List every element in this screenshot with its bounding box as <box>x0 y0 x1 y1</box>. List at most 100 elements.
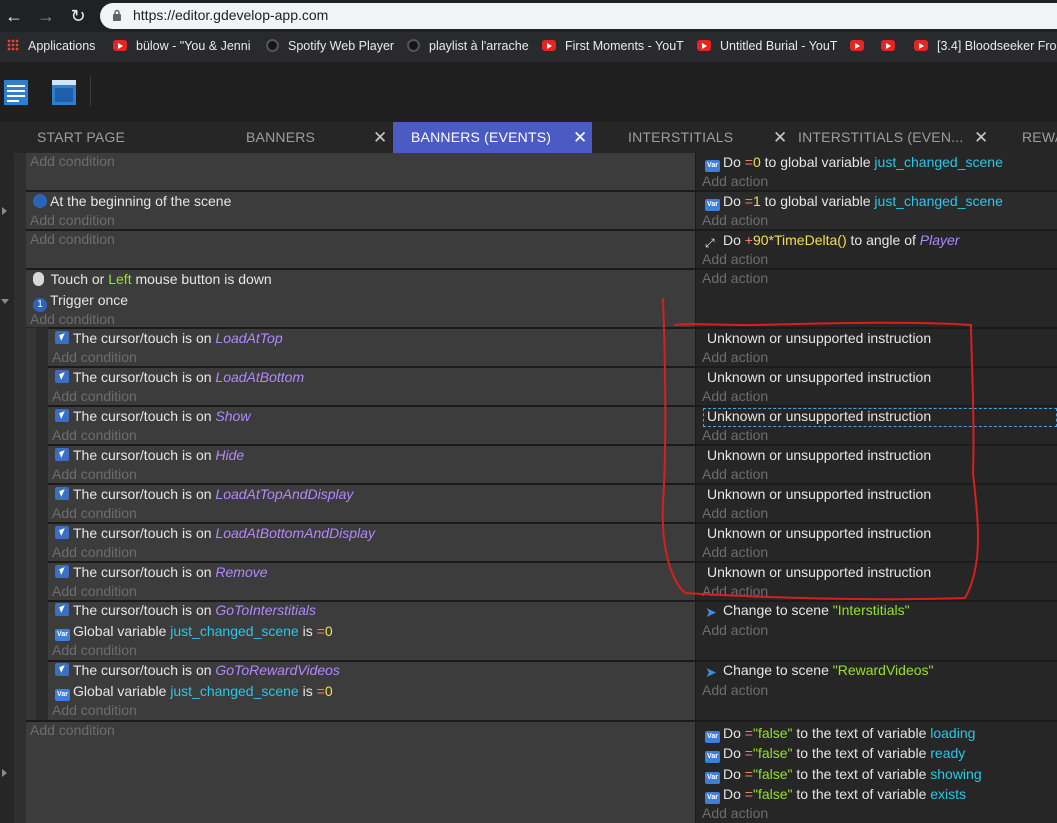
tab-interstitials-events[interactable]: INTERSTITIALS (EVEN... ✕ <box>798 122 998 153</box>
event-row[interactable]: Add condition Var Do =0 to global variabl… <box>26 153 1057 190</box>
add-condition-link[interactable]: Add condition <box>52 702 137 718</box>
condition-instruction[interactable]: The cursor/touch is on Show <box>55 408 250 424</box>
conditions-column: Touch or Left mouse button is down 1 Trig… <box>26 270 696 327</box>
add-action-link[interactable]: Add action <box>702 251 768 267</box>
add-condition-link[interactable]: Add condition <box>30 311 115 327</box>
tab-banners[interactable]: BANNERS ✕ <box>190 122 390 153</box>
bookmark-applications[interactable]: Applications <box>7 39 95 53</box>
actions-column: ⤢ Do +90*TimeDelta() to angle of Player A… <box>696 231 1057 268</box>
add-condition-link[interactable]: Add condition <box>30 212 115 228</box>
add-action-link[interactable]: Add action <box>702 682 768 698</box>
condition-instruction[interactable]: At the beginning of the scene <box>33 193 231 209</box>
condition-instruction[interactable]: Touch or Left mouse button is down <box>33 271 272 287</box>
bookmark-playlist[interactable]: playlist à l'arrache <box>407 39 529 53</box>
collapse-arrow-icon[interactable] <box>1 299 9 304</box>
expand-arrow-icon[interactable] <box>2 207 7 215</box>
add-condition-link[interactable]: Add condition <box>52 427 137 443</box>
conditions-column: The cursor/touch is on Show Add conditio… <box>48 407 696 444</box>
event-row[interactable]: The cursor/touch is on GoToInterstitials… <box>48 602 1057 660</box>
action-instruction[interactable]: Var Do =0 to global variable just_changed… <box>705 154 1003 172</box>
scene-window-icon[interactable] <box>51 79 77 106</box>
condition-instruction[interactable]: The cursor/touch is on GoToRewardVideos <box>55 662 340 678</box>
youtube-icon <box>113 40 127 51</box>
tab-start-page[interactable]: START PAGE <box>37 122 187 153</box>
browser-toolbar: ← → ↻ https://editor.gdevelop-app.com <box>0 0 1057 32</box>
toolbar-divider <box>90 76 91 106</box>
condition-instruction[interactable]: The cursor/touch is on LoadAtTop <box>55 330 283 346</box>
action-instruction[interactable]: Var Do ="false" to the text of variable r… <box>705 745 965 763</box>
bookmark-bloodseeker[interactable]: [3.4] Bloodseeker Fro <box>914 39 1057 53</box>
add-condition-link[interactable]: Add condition <box>52 642 137 658</box>
bookmark-youtube-2[interactable] <box>881 39 904 53</box>
close-icon[interactable]: ✕ <box>773 122 787 153</box>
youtube-icon <box>881 40 895 51</box>
add-condition-link[interactable]: Add condition <box>52 466 137 482</box>
condition-instruction[interactable]: The cursor/touch is on Remove <box>55 564 268 580</box>
add-action-link[interactable]: Add action <box>702 805 768 821</box>
add-action-link[interactable]: Add action <box>702 212 768 228</box>
tab-interstitials[interactable]: INTERSTITIALS ✕ <box>595 122 795 153</box>
action-instruction[interactable]: Var Do ="false" to the text of variable e… <box>705 786 966 804</box>
condition-instruction[interactable]: The cursor/touch is on LoadAtTopAndDispl… <box>55 486 353 502</box>
add-condition-link[interactable]: Add condition <box>30 231 115 247</box>
condition-instruction[interactable]: The cursor/touch is on LoadAtBottom <box>55 369 304 385</box>
youtube-icon <box>914 40 928 51</box>
red-annotation-outline <box>661 298 979 601</box>
bookmark-youtube-1[interactable] <box>850 39 873 53</box>
condition-instruction[interactable]: Var Global variable just_changed_scene is… <box>55 683 333 701</box>
actions-column: Var Do ="false" to the text of variable l… <box>696 722 1057 823</box>
events-sheet: Add condition Var Do =0 to global variabl… <box>0 153 1057 823</box>
action-instruction[interactable]: ⤢ Do +90*TimeDelta() to angle of Player <box>705 232 959 250</box>
close-icon[interactable]: ✕ <box>573 122 587 153</box>
cursor-icon <box>55 370 69 383</box>
tab-banners-events[interactable]: BANNERS (EVENTS) ✕ <box>393 122 592 153</box>
add-condition-link[interactable]: Add condition <box>30 722 115 738</box>
close-icon[interactable]: ✕ <box>974 122 988 153</box>
url-bar[interactable]: https://editor.gdevelop-app.com <box>100 3 1057 29</box>
forward-arrow-icon[interactable]: → <box>35 5 57 27</box>
add-condition-link[interactable]: Add condition <box>52 583 137 599</box>
event-row[interactable]: Add condition ⤢ Do +90*TimeDelta() to ang… <box>26 231 1057 268</box>
action-instruction[interactable]: Var Do ="false" to the text of variable s… <box>705 766 982 784</box>
add-condition-link[interactable]: Add condition <box>52 505 137 521</box>
subevent-indent <box>26 328 36 721</box>
tab-reward[interactable]: REWA <box>1022 122 1057 153</box>
bookmark-spotify-web-player[interactable]: Spotify Web Player <box>266 39 394 53</box>
add-action-link[interactable]: Add action <box>702 270 768 286</box>
condition-instruction[interactable]: Var Global variable just_changed_scene is… <box>55 623 333 641</box>
action-instruction[interactable]: ➤ Change to scene "RewardVideos" <box>705 662 933 680</box>
add-condition-link[interactable]: Add condition <box>52 349 137 365</box>
action-instruction[interactable]: Var Do ="false" to the text of variable l… <box>705 725 975 743</box>
add-action-link[interactable]: Add action <box>702 173 768 189</box>
cursor-icon <box>55 663 69 676</box>
variable-icon: Var <box>705 199 720 211</box>
conditions-column: The cursor/touch is on GoToInterstitials… <box>48 602 696 660</box>
variable-icon: Var <box>705 792 720 804</box>
expand-arrow-icon[interactable] <box>2 769 7 777</box>
back-arrow-icon[interactable]: ← <box>3 5 25 27</box>
bookmark-first-moments[interactable]: First Moments - YouT <box>542 39 684 53</box>
reload-icon[interactable]: ↻ <box>67 5 89 27</box>
spotify-icon <box>266 39 279 52</box>
condition-instruction[interactable]: The cursor/touch is on Hide <box>55 447 244 463</box>
add-action-link[interactable]: Add action <box>702 622 768 638</box>
close-icon[interactable]: ✕ <box>373 122 387 153</box>
action-instruction[interactable]: Var Do =1 to global variable just_changed… <box>705 193 1003 211</box>
event-row[interactable]: At the beginning of the scene Add condit… <box>26 192 1057 229</box>
add-condition-link[interactable]: Add condition <box>52 544 137 560</box>
bookmark-untitled-burial[interactable]: Untitled Burial - YouT <box>697 39 837 53</box>
cursor-icon <box>55 331 69 344</box>
condition-instruction[interactable]: The cursor/touch is on LoadAtBottomAndDi… <box>55 525 375 541</box>
add-condition-link[interactable]: Add condition <box>52 388 137 404</box>
condition-instruction[interactable]: The cursor/touch is on GoToInterstitials <box>55 602 316 618</box>
conditions-column: The cursor/touch is on LoadAtBottom Add … <box>48 368 696 405</box>
event-row[interactable]: Add condition Var Do ="false" to the text… <box>26 722 1057 823</box>
bookmark-bulow[interactable]: bülow - "You & Jenni <box>113 39 250 53</box>
variable-icon: Var <box>705 731 720 743</box>
add-condition-link[interactable]: Add condition <box>30 153 115 169</box>
condition-instruction[interactable]: 1 Trigger once <box>33 292 128 312</box>
event-row[interactable]: The cursor/touch is on GoToRewardVideos … <box>48 662 1057 720</box>
project-manager-icon[interactable] <box>3 79 29 106</box>
change-scene-icon: ➤ <box>705 664 717 680</box>
trigger-once-icon: 1 <box>33 298 47 312</box>
